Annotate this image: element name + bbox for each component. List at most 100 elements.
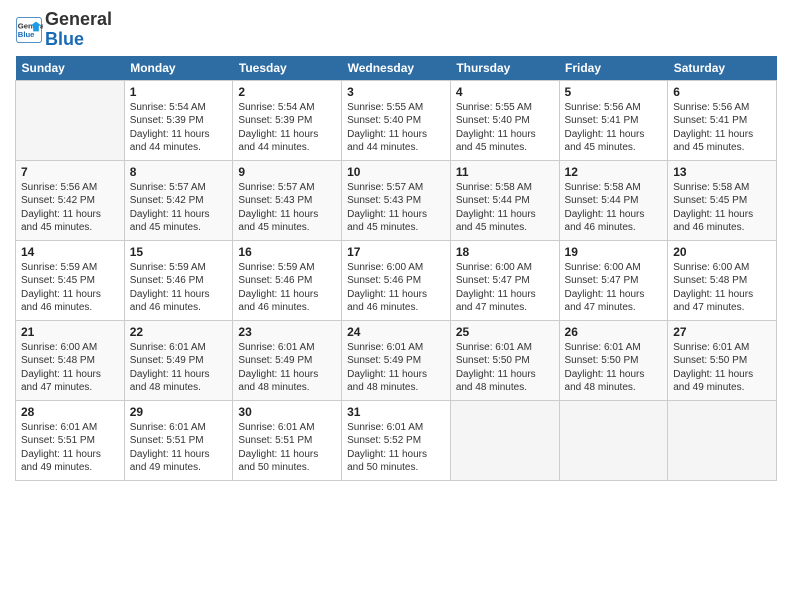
day-info: Sunrise: 5:58 AM Sunset: 5:45 PM Dayligh… bbox=[673, 181, 771, 235]
calendar-cell: 23 Sunrise: 6:01 AM Sunset: 5:49 PM Dayli… bbox=[233, 320, 342, 400]
day-info: Sunrise: 6:01 AM Sunset: 5:49 PM Dayligh… bbox=[130, 341, 228, 395]
day-number: 23 bbox=[238, 325, 336, 339]
calendar-cell: 12 Sunrise: 5:58 AM Sunset: 5:44 PM Dayli… bbox=[559, 160, 668, 240]
calendar-cell bbox=[559, 400, 668, 480]
calendar-cell: 5 Sunrise: 5:56 AM Sunset: 5:41 PM Daylig… bbox=[559, 80, 668, 160]
calendar-cell: 2 Sunrise: 5:54 AM Sunset: 5:39 PM Daylig… bbox=[233, 80, 342, 160]
svg-text:Blue: Blue bbox=[18, 30, 35, 39]
calendar-cell: 21Sunrise: 6:00 AM Sunset: 5:48 PM Dayli… bbox=[16, 320, 125, 400]
day-info: Sunrise: 6:01 AM Sunset: 5:51 PM Dayligh… bbox=[130, 421, 228, 475]
calendar-cell bbox=[450, 400, 559, 480]
day-number: 6 bbox=[673, 85, 771, 99]
weekday-header-monday: Monday bbox=[124, 56, 233, 81]
calendar-cell: 25 Sunrise: 6:01 AM Sunset: 5:50 PM Dayli… bbox=[450, 320, 559, 400]
day-info: Sunrise: 6:01 AM Sunset: 5:50 PM Dayligh… bbox=[673, 341, 771, 395]
day-info: Sunrise: 5:55 AM Sunset: 5:40 PM Dayligh… bbox=[456, 101, 554, 155]
weekday-header-row: SundayMondayTuesdayWednesdayThursdayFrid… bbox=[16, 56, 777, 81]
calendar-cell: 29 Sunrise: 6:01 AM Sunset: 5:51 PM Dayli… bbox=[124, 400, 233, 480]
calendar-cell: 15 Sunrise: 5:59 AM Sunset: 5:46 PM Dayli… bbox=[124, 240, 233, 320]
calendar-cell: 19Sunrise: 6:00 AM Sunset: 5:47 PM Dayli… bbox=[559, 240, 668, 320]
calendar-cell: 11 Sunrise: 5:58 AM Sunset: 5:44 PM Dayli… bbox=[450, 160, 559, 240]
weekday-header-thursday: Thursday bbox=[450, 56, 559, 81]
day-number: 13 bbox=[673, 165, 771, 179]
day-number: 8 bbox=[130, 165, 228, 179]
day-info: Sunrise: 6:01 AM Sunset: 5:50 PM Dayligh… bbox=[456, 341, 554, 395]
day-number: 26 bbox=[565, 325, 663, 339]
day-info: Sunrise: 5:58 AM Sunset: 5:44 PM Dayligh… bbox=[565, 181, 663, 235]
day-number: 10 bbox=[347, 165, 445, 179]
day-number: 11 bbox=[456, 165, 554, 179]
day-number: 28 bbox=[21, 405, 119, 419]
calendar-cell: 18 Sunrise: 6:00 AM Sunset: 5:47 PM Dayli… bbox=[450, 240, 559, 320]
week-row-2: 7Sunrise: 5:56 AM Sunset: 5:42 PM Daylig… bbox=[16, 160, 777, 240]
day-number: 29 bbox=[130, 405, 228, 419]
weekday-header-tuesday: Tuesday bbox=[233, 56, 342, 81]
day-info: Sunrise: 5:59 AM Sunset: 5:45 PM Dayligh… bbox=[21, 261, 119, 315]
calendar-cell: 1Sunrise: 5:54 AM Sunset: 5:39 PM Daylig… bbox=[124, 80, 233, 160]
day-number: 27 bbox=[673, 325, 771, 339]
week-row-1: 1Sunrise: 5:54 AM Sunset: 5:39 PM Daylig… bbox=[16, 80, 777, 160]
day-info: Sunrise: 6:01 AM Sunset: 5:52 PM Dayligh… bbox=[347, 421, 445, 475]
day-number: 24 bbox=[347, 325, 445, 339]
day-number: 7 bbox=[21, 165, 119, 179]
calendar-cell bbox=[668, 400, 777, 480]
day-number: 5 bbox=[565, 85, 663, 99]
day-number: 2 bbox=[238, 85, 336, 99]
calendar-page: General Blue GeneralBlue SundayMondayTue… bbox=[0, 0, 792, 491]
day-info: Sunrise: 5:54 AM Sunset: 5:39 PM Dayligh… bbox=[130, 101, 228, 155]
day-number: 12 bbox=[565, 165, 663, 179]
day-number: 20 bbox=[673, 245, 771, 259]
day-info: Sunrise: 5:59 AM Sunset: 5:46 PM Dayligh… bbox=[130, 261, 228, 315]
day-number: 18 bbox=[456, 245, 554, 259]
svg-text:General: General bbox=[18, 21, 43, 30]
calendar-cell: 6Sunrise: 5:56 AM Sunset: 5:41 PM Daylig… bbox=[668, 80, 777, 160]
calendar-cell: 9Sunrise: 5:57 AM Sunset: 5:43 PM Daylig… bbox=[233, 160, 342, 240]
calendar-cell: 3 Sunrise: 5:55 AM Sunset: 5:40 PM Daylig… bbox=[342, 80, 451, 160]
week-row-4: 21Sunrise: 6:00 AM Sunset: 5:48 PM Dayli… bbox=[16, 320, 777, 400]
week-row-5: 28 Sunrise: 6:01 AM Sunset: 5:51 PM Dayli… bbox=[16, 400, 777, 480]
day-info: Sunrise: 5:57 AM Sunset: 5:42 PM Dayligh… bbox=[130, 181, 228, 235]
calendar-cell: 14Sunrise: 5:59 AM Sunset: 5:45 PM Dayli… bbox=[16, 240, 125, 320]
logo-icon: General Blue bbox=[15, 16, 43, 44]
day-number: 22 bbox=[130, 325, 228, 339]
calendar-cell: 4 Sunrise: 5:55 AM Sunset: 5:40 PM Daylig… bbox=[450, 80, 559, 160]
weekday-header-wednesday: Wednesday bbox=[342, 56, 451, 81]
day-number: 30 bbox=[238, 405, 336, 419]
calendar-cell bbox=[16, 80, 125, 160]
day-number: 25 bbox=[456, 325, 554, 339]
calendar-cell: 26Sunrise: 6:01 AM Sunset: 5:50 PM Dayli… bbox=[559, 320, 668, 400]
day-number: 16 bbox=[238, 245, 336, 259]
day-number: 31 bbox=[347, 405, 445, 419]
logo-text: GeneralBlue bbox=[45, 10, 112, 50]
calendar-cell: 24Sunrise: 6:01 AM Sunset: 5:49 PM Dayli… bbox=[342, 320, 451, 400]
day-info: Sunrise: 6:01 AM Sunset: 5:51 PM Dayligh… bbox=[238, 421, 336, 475]
calendar-cell: 8 Sunrise: 5:57 AM Sunset: 5:42 PM Daylig… bbox=[124, 160, 233, 240]
day-number: 15 bbox=[130, 245, 228, 259]
day-info: Sunrise: 5:58 AM Sunset: 5:44 PM Dayligh… bbox=[456, 181, 554, 235]
day-number: 17 bbox=[347, 245, 445, 259]
day-number: 3 bbox=[347, 85, 445, 99]
day-info: Sunrise: 5:54 AM Sunset: 5:39 PM Dayligh… bbox=[238, 101, 336, 155]
calendar-cell: 20Sunrise: 6:00 AM Sunset: 5:48 PM Dayli… bbox=[668, 240, 777, 320]
calendar-cell: 7Sunrise: 5:56 AM Sunset: 5:42 PM Daylig… bbox=[16, 160, 125, 240]
calendar-cell: 30 Sunrise: 6:01 AM Sunset: 5:51 PM Dayli… bbox=[233, 400, 342, 480]
day-info: Sunrise: 5:55 AM Sunset: 5:40 PM Dayligh… bbox=[347, 101, 445, 155]
day-info: Sunrise: 5:59 AM Sunset: 5:46 PM Dayligh… bbox=[238, 261, 336, 315]
day-info: Sunrise: 6:00 AM Sunset: 5:46 PM Dayligh… bbox=[347, 261, 445, 315]
logo: General Blue GeneralBlue bbox=[15, 10, 112, 50]
day-info: Sunrise: 6:01 AM Sunset: 5:49 PM Dayligh… bbox=[238, 341, 336, 395]
day-number: 21 bbox=[21, 325, 119, 339]
week-row-3: 14Sunrise: 5:59 AM Sunset: 5:45 PM Dayli… bbox=[16, 240, 777, 320]
header: General Blue GeneralBlue bbox=[15, 10, 777, 50]
weekday-header-sunday: Sunday bbox=[16, 56, 125, 81]
day-number: 4 bbox=[456, 85, 554, 99]
day-info: Sunrise: 6:00 AM Sunset: 5:47 PM Dayligh… bbox=[565, 261, 663, 315]
weekday-header-saturday: Saturday bbox=[668, 56, 777, 81]
calendar-cell: 27 Sunrise: 6:01 AM Sunset: 5:50 PM Dayli… bbox=[668, 320, 777, 400]
day-info: Sunrise: 6:01 AM Sunset: 5:51 PM Dayligh… bbox=[21, 421, 119, 475]
day-info: Sunrise: 5:57 AM Sunset: 5:43 PM Dayligh… bbox=[347, 181, 445, 235]
calendar-cell: 28 Sunrise: 6:01 AM Sunset: 5:51 PM Dayli… bbox=[16, 400, 125, 480]
day-info: Sunrise: 6:00 AM Sunset: 5:47 PM Dayligh… bbox=[456, 261, 554, 315]
day-info: Sunrise: 5:56 AM Sunset: 5:41 PM Dayligh… bbox=[565, 101, 663, 155]
weekday-header-friday: Friday bbox=[559, 56, 668, 81]
